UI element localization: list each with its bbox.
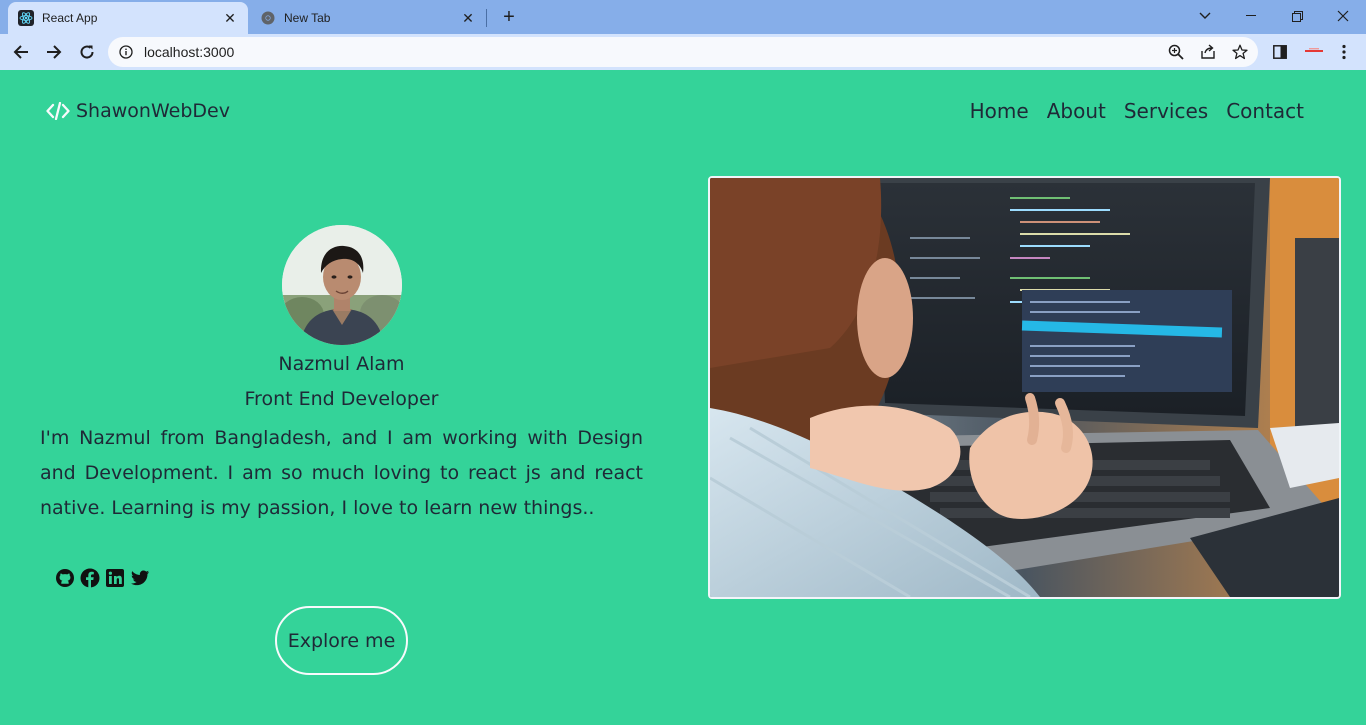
restore-icon[interactable]	[1274, 0, 1320, 32]
side-panel-icon[interactable]	[1270, 42, 1290, 62]
facebook-icon[interactable]	[80, 568, 100, 588]
new-tab-plus-icon[interactable]: +	[498, 6, 520, 28]
nav-contact-link[interactable]: Contact	[1226, 99, 1304, 123]
close-icon[interactable]: ✕	[222, 10, 238, 26]
profile-name: Nazmul Alam	[278, 353, 405, 375]
linkedin-icon[interactable]	[105, 568, 125, 588]
main-nav: Home About Services Contact	[970, 99, 1304, 123]
github-icon[interactable]	[55, 568, 75, 588]
chrome-icon	[260, 10, 276, 26]
site-info-icon[interactable]	[118, 44, 134, 60]
site-brand[interactable]: ShawonWebDev	[46, 100, 230, 122]
brand-name: ShawonWebDev	[76, 100, 230, 122]
tab-react-app[interactable]: React App ✕	[8, 2, 248, 34]
close-icon[interactable]: ✕	[460, 10, 476, 26]
nav-services-link[interactable]: Services	[1124, 99, 1208, 123]
tab-title: React App	[42, 11, 98, 25]
nav-home-link[interactable]: Home	[970, 99, 1029, 123]
bookmark-star-icon[interactable]	[1230, 42, 1250, 62]
react-icon	[18, 10, 34, 26]
browser-tab-strip: React App ✕ New Tab ✕ +	[0, 0, 1366, 34]
profile-role: Front End Developer	[244, 388, 439, 410]
profile-bio: I'm Nazmul from Bangladesh, and I am wor…	[40, 427, 643, 519]
zoom-icon[interactable]	[1166, 42, 1186, 62]
profile-avatar-icon[interactable]	[1302, 42, 1326, 62]
more-vertical-icon[interactable]	[1334, 42, 1354, 62]
address-text: localhost:3000	[144, 44, 235, 60]
address-bar[interactable]: localhost:3000	[108, 37, 1258, 67]
minimize-icon[interactable]	[1228, 0, 1274, 32]
tab-search-chevron-icon[interactable]	[1182, 0, 1228, 32]
browser-toolbar: localhost:3000	[0, 34, 1366, 70]
share-icon[interactable]	[1198, 42, 1218, 62]
forward-arrow-icon[interactable]	[40, 38, 68, 66]
social-links	[55, 568, 150, 588]
reload-icon[interactable]	[73, 38, 101, 66]
avatar	[282, 225, 402, 345]
nav-about-link[interactable]: About	[1047, 99, 1106, 123]
page-content: ShawonWebDev Home About Services Contact	[0, 70, 1366, 725]
hero-image	[708, 176, 1341, 599]
explore-me-button[interactable]: Explore me	[275, 606, 408, 675]
twitter-icon[interactable]	[130, 568, 150, 588]
code-icon	[46, 101, 70, 121]
tab-title: New Tab	[284, 11, 331, 25]
back-arrow-icon[interactable]	[7, 38, 35, 66]
window-close-icon[interactable]	[1320, 0, 1366, 32]
tab-divider	[486, 9, 487, 27]
tab-new-tab[interactable]: New Tab ✕	[250, 2, 486, 34]
